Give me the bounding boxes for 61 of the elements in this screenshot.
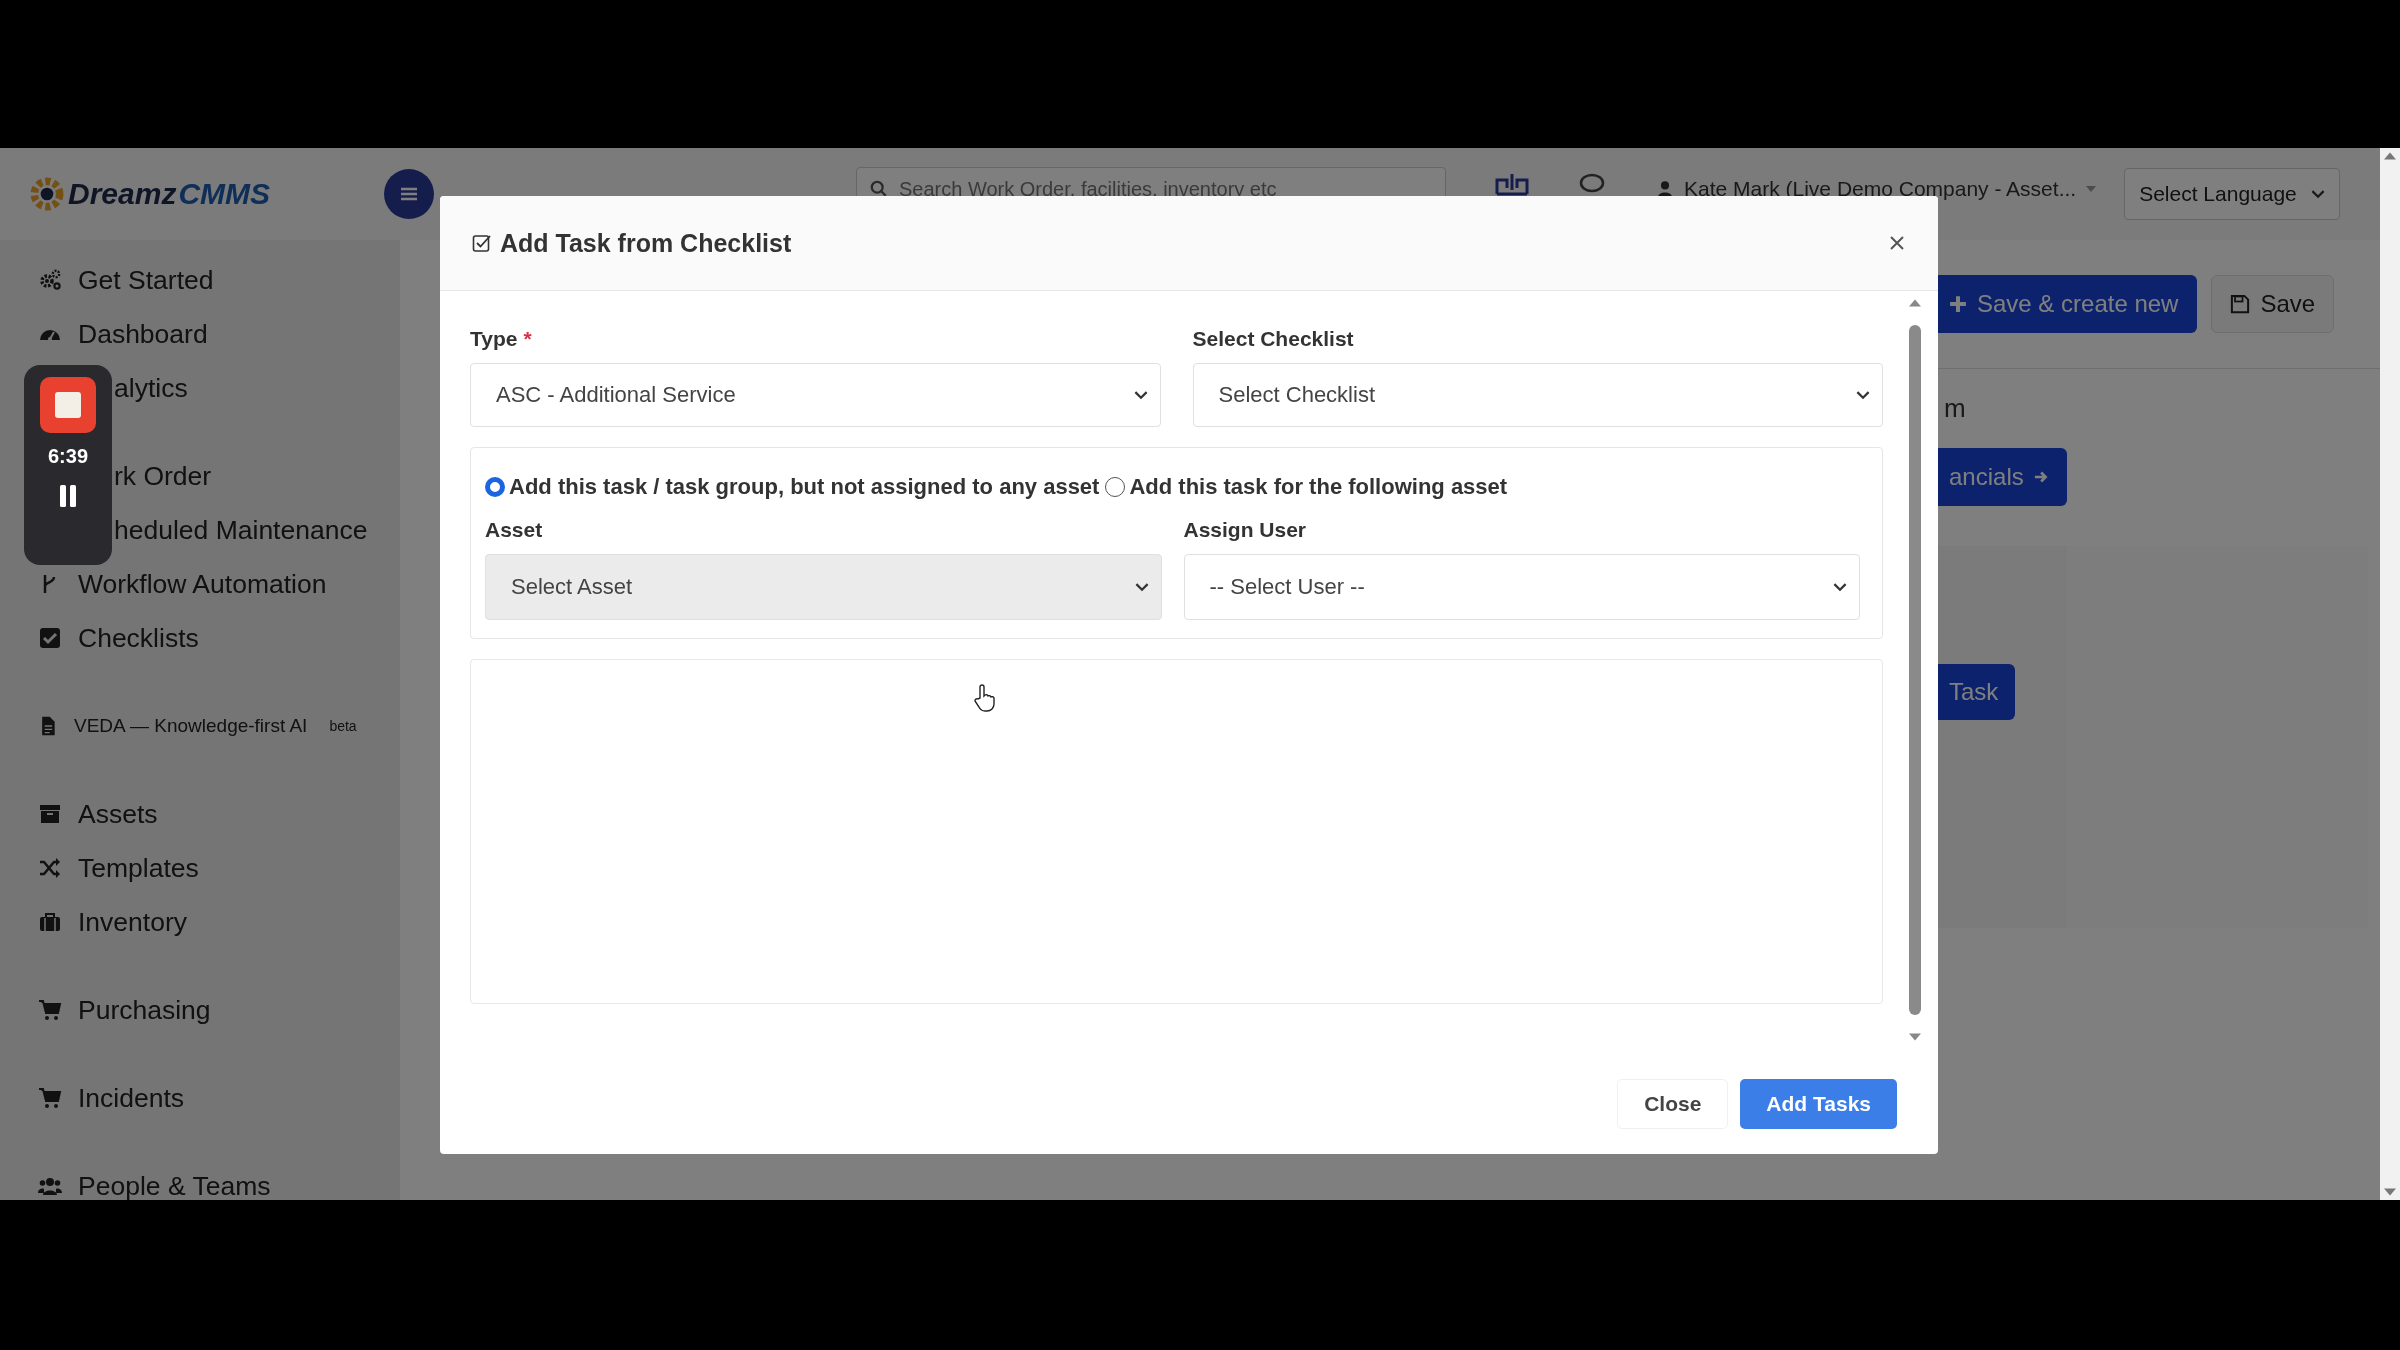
- recording-time: 6:39: [48, 445, 88, 468]
- field-label: Type: [470, 327, 518, 352]
- type-select[interactable]: ASC - Additional Service: [470, 363, 1161, 427]
- archive-icon: [38, 802, 62, 826]
- briefcase-icon: [38, 910, 62, 934]
- scrollbar[interactable]: [2380, 148, 2400, 1200]
- gear-icon: [28, 175, 66, 213]
- scrollbar-thumb[interactable]: [1909, 325, 1921, 1015]
- beta-label: beta: [329, 718, 357, 734]
- scroll-down-icon[interactable]: [1909, 1033, 1921, 1041]
- field-label: Select Checklist: [1192, 327, 1354, 352]
- radio-option[interactable]: Add this task for the following asset: [1105, 474, 1508, 500]
- dialog-title: Add Task from Checklist: [500, 228, 793, 258]
- chevron-down-icon: [1856, 390, 1870, 400]
- tab-label[interactable]: m: [1944, 393, 1966, 424]
- caret-icon: [2086, 186, 2097, 192]
- checkbox-icon: [38, 626, 62, 650]
- field-label: Asset: [485, 518, 543, 543]
- chevron-down-icon: [1833, 582, 1847, 592]
- field-label: Assign User: [1183, 518, 1307, 543]
- sidebar-item[interactable]: Purchasing: [78, 994, 211, 1026]
- plus-icon: [1949, 295, 1967, 313]
- sidebar-item[interactable]: rk Order: [114, 458, 212, 494]
- scroll-up-icon[interactable]: [1909, 299, 1921, 307]
- chevron-down-icon: [2311, 189, 2326, 199]
- required-mark: *: [523, 327, 532, 352]
- logo[interactable]: DreamzCMMS: [28, 175, 384, 213]
- save-button[interactable]: Save: [2211, 275, 2335, 333]
- sidebar-item[interactable]: People & Teams: [78, 1170, 271, 1200]
- sidebar-item[interactable]: Checklists: [78, 622, 199, 654]
- stop-button[interactable]: [40, 377, 96, 433]
- menu-icon: [399, 186, 419, 202]
- cart-icon: [38, 998, 62, 1022]
- columns-icon[interactable]: [1494, 172, 1530, 196]
- sidebar-item[interactable]: heduled Maintenance: [114, 512, 368, 548]
- language-select[interactable]: Select Language: [2124, 168, 2341, 220]
- chevron-down-icon: [1133, 390, 1148, 400]
- hand-cursor-icon: [973, 684, 995, 712]
- menu-button[interactable]: [384, 169, 434, 219]
- sidebar-item[interactable]: Templates: [78, 852, 199, 884]
- sidebar-item[interactable]: Dashboard: [78, 318, 208, 350]
- sidebar-item[interactable]: Inventory: [78, 906, 187, 938]
- shuffle-icon: [38, 856, 62, 880]
- sidebar-item[interactable]: Workflow Automation: [78, 568, 327, 600]
- scroll-up-icon[interactable]: [2384, 152, 2396, 160]
- checklist-select[interactable]: Select Checklist: [1192, 363, 1883, 427]
- user-select[interactable]: -- Select User --: [1183, 554, 1860, 620]
- close-button[interactable]: Close: [1617, 1079, 1729, 1129]
- sidebar-item[interactable]: Get Started: [78, 264, 214, 296]
- add-tasks-button[interactable]: Add Tasks: [1740, 1079, 1897, 1129]
- sidebar-item[interactable]: alytics: [114, 370, 188, 406]
- radio-option[interactable]: Add this task / task group, but not assigned to any asset: [485, 474, 1100, 500]
- sidebar-item[interactable]: VEDA — Knowledge-first AI: [74, 715, 308, 737]
- check-square-icon: [472, 233, 492, 253]
- cart-icon: [38, 1086, 62, 1110]
- sidebar-item[interactable]: Incidents: [78, 1082, 185, 1114]
- gears-icon: [38, 268, 62, 292]
- user-menu[interactable]: Kate Mark (Live Demo Company - Asset...: [1684, 177, 2077, 201]
- chevron-down-icon: [1134, 582, 1149, 592]
- sidebar-item[interactable]: Assets: [78, 798, 158, 830]
- scroll-down-icon[interactable]: [2384, 1188, 2396, 1196]
